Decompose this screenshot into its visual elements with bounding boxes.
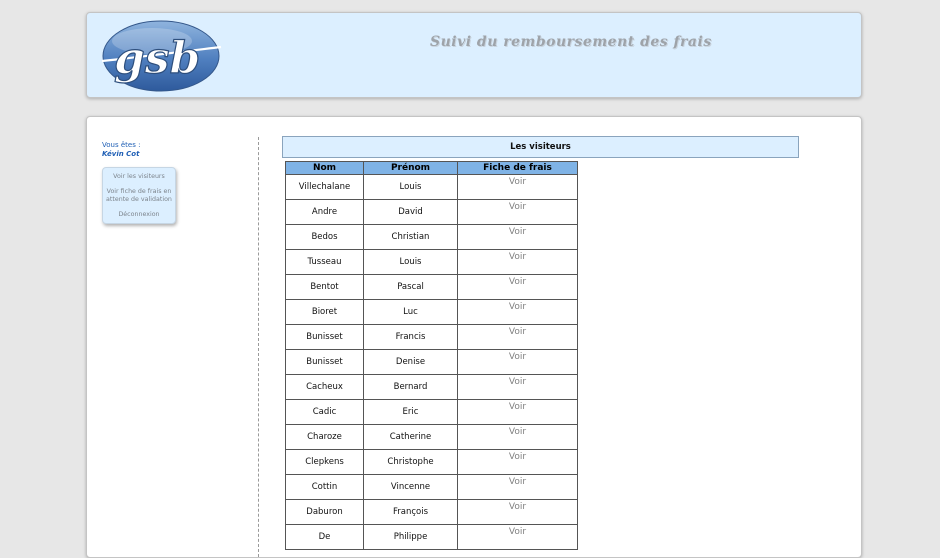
cell-nom: Cadic: [285, 399, 364, 425]
column-header-nom: Nom: [285, 161, 364, 175]
table-row: Andre David Voir: [285, 199, 578, 225]
cell-prenom: Vincenne: [363, 474, 458, 500]
cell-nom: Bunisset: [285, 324, 364, 350]
table-row: Bentot Pascal Voir: [285, 274, 578, 300]
cell-prenom: Francis: [363, 324, 458, 350]
voir-link[interactable]: Voir: [509, 402, 526, 412]
voir-link[interactable]: Voir: [509, 452, 526, 462]
cell-nom: Clepkens: [285, 449, 364, 475]
logo-text: gsb: [114, 33, 200, 84]
voir-link[interactable]: Voir: [509, 427, 526, 437]
voir-link[interactable]: Voir: [509, 227, 526, 237]
cell-nom: Bedos: [285, 224, 364, 250]
table-row: Villechalane Louis Voir: [285, 174, 578, 200]
cell-nom: Tusseau: [285, 249, 364, 275]
main-panel: Vous êtes : Kévin Cot Voir les visiteurs…: [86, 116, 862, 558]
cell-prenom: Catherine: [363, 424, 458, 450]
cell-prenom: Bernard: [363, 374, 458, 400]
table-row: Tusseau Louis Voir: [285, 249, 578, 275]
table-row: Bioret Luc Voir: [285, 299, 578, 325]
sidebar-divider: [258, 137, 259, 557]
voir-link[interactable]: Voir: [509, 477, 526, 487]
cell-nom: Bioret: [285, 299, 364, 325]
cell-nom: Charoze: [285, 424, 364, 450]
cell-prenom: Eric: [363, 399, 458, 425]
voir-link[interactable]: Voir: [509, 202, 526, 212]
cell-prenom: Pascal: [363, 274, 458, 300]
cell-prenom: Louis: [363, 174, 458, 200]
site-header: gsb Suivi du remboursement des frais: [86, 12, 862, 98]
column-header-fiche-de-frais: Fiche de frais: [457, 161, 578, 175]
table-row: Bedos Christian Voir: [285, 224, 578, 250]
cell-nom: Andre: [285, 199, 364, 225]
voir-link[interactable]: Voir: [509, 377, 526, 387]
cell-prenom: David: [363, 199, 458, 225]
cell-prenom: François: [363, 499, 458, 525]
cell-prenom: Christophe: [363, 449, 458, 475]
cell-prenom: Christian: [363, 224, 458, 250]
table-header-row: Nom Prénom Fiche de frais: [285, 161, 578, 175]
menu-item-deconnexion[interactable]: Déconnexion: [103, 211, 175, 219]
cell-prenom: Philippe: [363, 524, 458, 550]
cell-nom: Daburon: [285, 499, 364, 525]
user-label: Vous êtes :: [102, 141, 141, 149]
table-row: De Philippe Voir: [285, 524, 578, 550]
cell-nom: Cacheux: [285, 374, 364, 400]
cell-nom: Bentot: [285, 274, 364, 300]
cell-nom: De: [285, 524, 364, 550]
table-row: Cadic Eric Voir: [285, 399, 578, 425]
table-row: Daburon François Voir: [285, 499, 578, 525]
menu-item-voir-visiteurs[interactable]: Voir les visiteurs: [103, 173, 175, 181]
column-header-prenom: Prénom: [363, 161, 458, 175]
table-row: Cottin Vincenne Voir: [285, 474, 578, 500]
page-title: Les visiteurs: [282, 136, 799, 158]
voir-link[interactable]: Voir: [509, 302, 526, 312]
cell-nom: Bunisset: [285, 349, 364, 375]
visitors-table: Nom Prénom Fiche de frais Villechalane L…: [285, 161, 578, 550]
gsb-logo[interactable]: gsb: [100, 17, 222, 93]
voir-link[interactable]: Voir: [509, 177, 526, 187]
sidebar-menu: Voir les visiteurs Voir fiche de frais e…: [102, 167, 176, 224]
voir-link[interactable]: Voir: [509, 327, 526, 337]
voir-link[interactable]: Voir: [509, 502, 526, 512]
voir-link[interactable]: Voir: [509, 352, 526, 362]
cell-prenom: Luc: [363, 299, 458, 325]
cell-prenom: Denise: [363, 349, 458, 375]
table-row: Bunisset Francis Voir: [285, 324, 578, 350]
table-row: Clepkens Christophe Voir: [285, 449, 578, 475]
voir-link[interactable]: Voir: [509, 277, 526, 287]
cell-nom: Cottin: [285, 474, 364, 500]
table-row: Bunisset Denise Voir: [285, 349, 578, 375]
table-row: Cacheux Bernard Voir: [285, 374, 578, 400]
table-row: Charoze Catherine Voir: [285, 424, 578, 450]
menu-item-fiches-en-attente[interactable]: Voir fiche de frais en attente de valida…: [103, 188, 175, 204]
user-name: Kévin Cot: [102, 150, 140, 158]
site-tagline: Suivi du remboursement des frais: [430, 34, 712, 50]
cell-nom: Villechalane: [285, 174, 364, 200]
voir-link[interactable]: Voir: [509, 252, 526, 262]
cell-prenom: Louis: [363, 249, 458, 275]
